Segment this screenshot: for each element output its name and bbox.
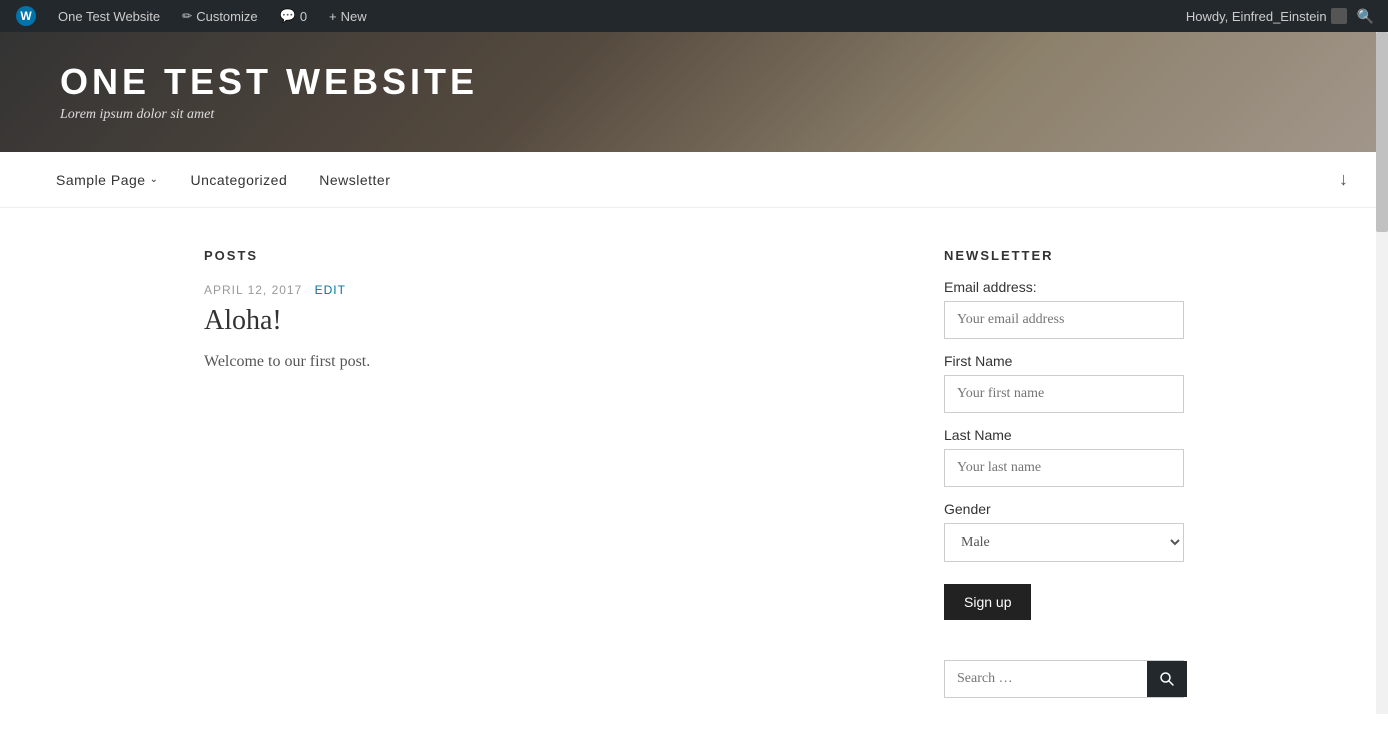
- comments-icon: 💬: [280, 8, 296, 24]
- site-name-button[interactable]: One Test Website: [50, 0, 168, 32]
- last-name-label: Last Name: [944, 427, 1184, 443]
- wp-logo-icon: W: [16, 6, 36, 26]
- admin-avatar[interactable]: [1331, 8, 1347, 24]
- post-excerpt: Welcome to our first post.: [204, 349, 884, 375]
- sidebar: NEWSLETTER Email address: First Name Las…: [944, 248, 1184, 698]
- wp-logo-button[interactable]: W: [8, 0, 44, 32]
- post-meta: APRIL 12, 2017 EDIT: [204, 283, 884, 297]
- nav-item-uncategorized[interactable]: Uncategorized: [174, 152, 303, 208]
- gender-form-group: Gender Male Female Other: [944, 501, 1184, 562]
- gender-select[interactable]: Male Female Other: [944, 523, 1184, 562]
- comments-button[interactable]: 💬 0: [272, 0, 315, 32]
- site-tagline: Lorem ipsum dolor sit amet: [60, 107, 1388, 123]
- new-icon: +: [329, 9, 337, 24]
- nav-label-sample-page: Sample Page: [56, 172, 146, 188]
- signup-button[interactable]: Sign up: [944, 584, 1031, 620]
- howdy-text: Howdy, Einfred_Einstein: [1186, 9, 1327, 24]
- site-title: ONE TEST WEBSITE: [60, 61, 1388, 103]
- main-container: POSTS APRIL 12, 2017 EDIT Aloha! Welcome…: [164, 208, 1224, 738]
- search-input[interactable]: [945, 661, 1147, 697]
- first-name-input[interactable]: [944, 375, 1184, 413]
- nav-label-uncategorized: Uncategorized: [190, 172, 287, 188]
- new-label: New: [341, 9, 367, 24]
- email-input[interactable]: [944, 301, 1184, 339]
- customize-label: Customize: [196, 9, 257, 24]
- adminbar-right: Howdy, Einfred_Einstein 🔍: [1186, 8, 1380, 25]
- search-widget: [944, 660, 1184, 698]
- hero-section: ONE TEST WEBSITE Lorem ipsum dolor sit a…: [0, 32, 1388, 152]
- last-name-form-group: Last Name: [944, 427, 1184, 487]
- posts-section-title: POSTS: [204, 248, 884, 263]
- first-name-label: First Name: [944, 353, 1184, 369]
- adminbar-search-icon[interactable]: 🔍: [1351, 8, 1380, 25]
- post-title-link[interactable]: Aloha!: [204, 305, 282, 336]
- post-title[interactable]: Aloha!: [204, 305, 884, 337]
- nav-items: Sample Page ⌄ Uncategorized Newsletter: [40, 152, 1339, 208]
- hero-content: ONE TEST WEBSITE Lorem ipsum dolor sit a…: [60, 61, 1388, 123]
- comments-count: 0: [300, 9, 307, 24]
- adminbar-left: W One Test Website ✏ Customize 💬 0 + New: [8, 0, 1186, 32]
- chevron-down-icon: ⌄: [150, 174, 159, 185]
- post-date: APRIL 12, 2017: [204, 283, 302, 297]
- search-icon: [1159, 671, 1175, 687]
- gender-label: Gender: [944, 501, 1184, 517]
- post-edit-link[interactable]: EDIT: [315, 283, 346, 297]
- main-nav: Sample Page ⌄ Uncategorized Newsletter ↓: [0, 152, 1388, 208]
- scrollbar-track: [1376, 32, 1388, 714]
- nav-item-sample-page[interactable]: Sample Page ⌄: [40, 152, 174, 208]
- email-form-group: Email address:: [944, 279, 1184, 339]
- search-button[interactable]: [1147, 661, 1187, 697]
- newsletter-widget-title: NEWSLETTER: [944, 248, 1184, 263]
- nav-label-newsletter: Newsletter: [319, 172, 390, 188]
- nav-scroll-down-icon[interactable]: ↓: [1339, 169, 1348, 190]
- search-form: [944, 660, 1184, 698]
- customize-icon: ✏: [182, 9, 192, 23]
- admin-bar: W One Test Website ✏ Customize 💬 0 + New…: [0, 0, 1388, 32]
- new-button[interactable]: + New: [321, 0, 375, 32]
- nav-item-newsletter[interactable]: Newsletter: [303, 152, 406, 208]
- customize-button[interactable]: ✏ Customize: [174, 0, 265, 32]
- site-name-label: One Test Website: [58, 9, 160, 24]
- first-name-form-group: First Name: [944, 353, 1184, 413]
- newsletter-widget: NEWSLETTER Email address: First Name Las…: [944, 248, 1184, 620]
- posts-section: POSTS APRIL 12, 2017 EDIT Aloha! Welcome…: [204, 248, 884, 698]
- last-name-input[interactable]: [944, 449, 1184, 487]
- nav-right: ↓: [1339, 169, 1348, 190]
- email-label: Email address:: [944, 279, 1184, 295]
